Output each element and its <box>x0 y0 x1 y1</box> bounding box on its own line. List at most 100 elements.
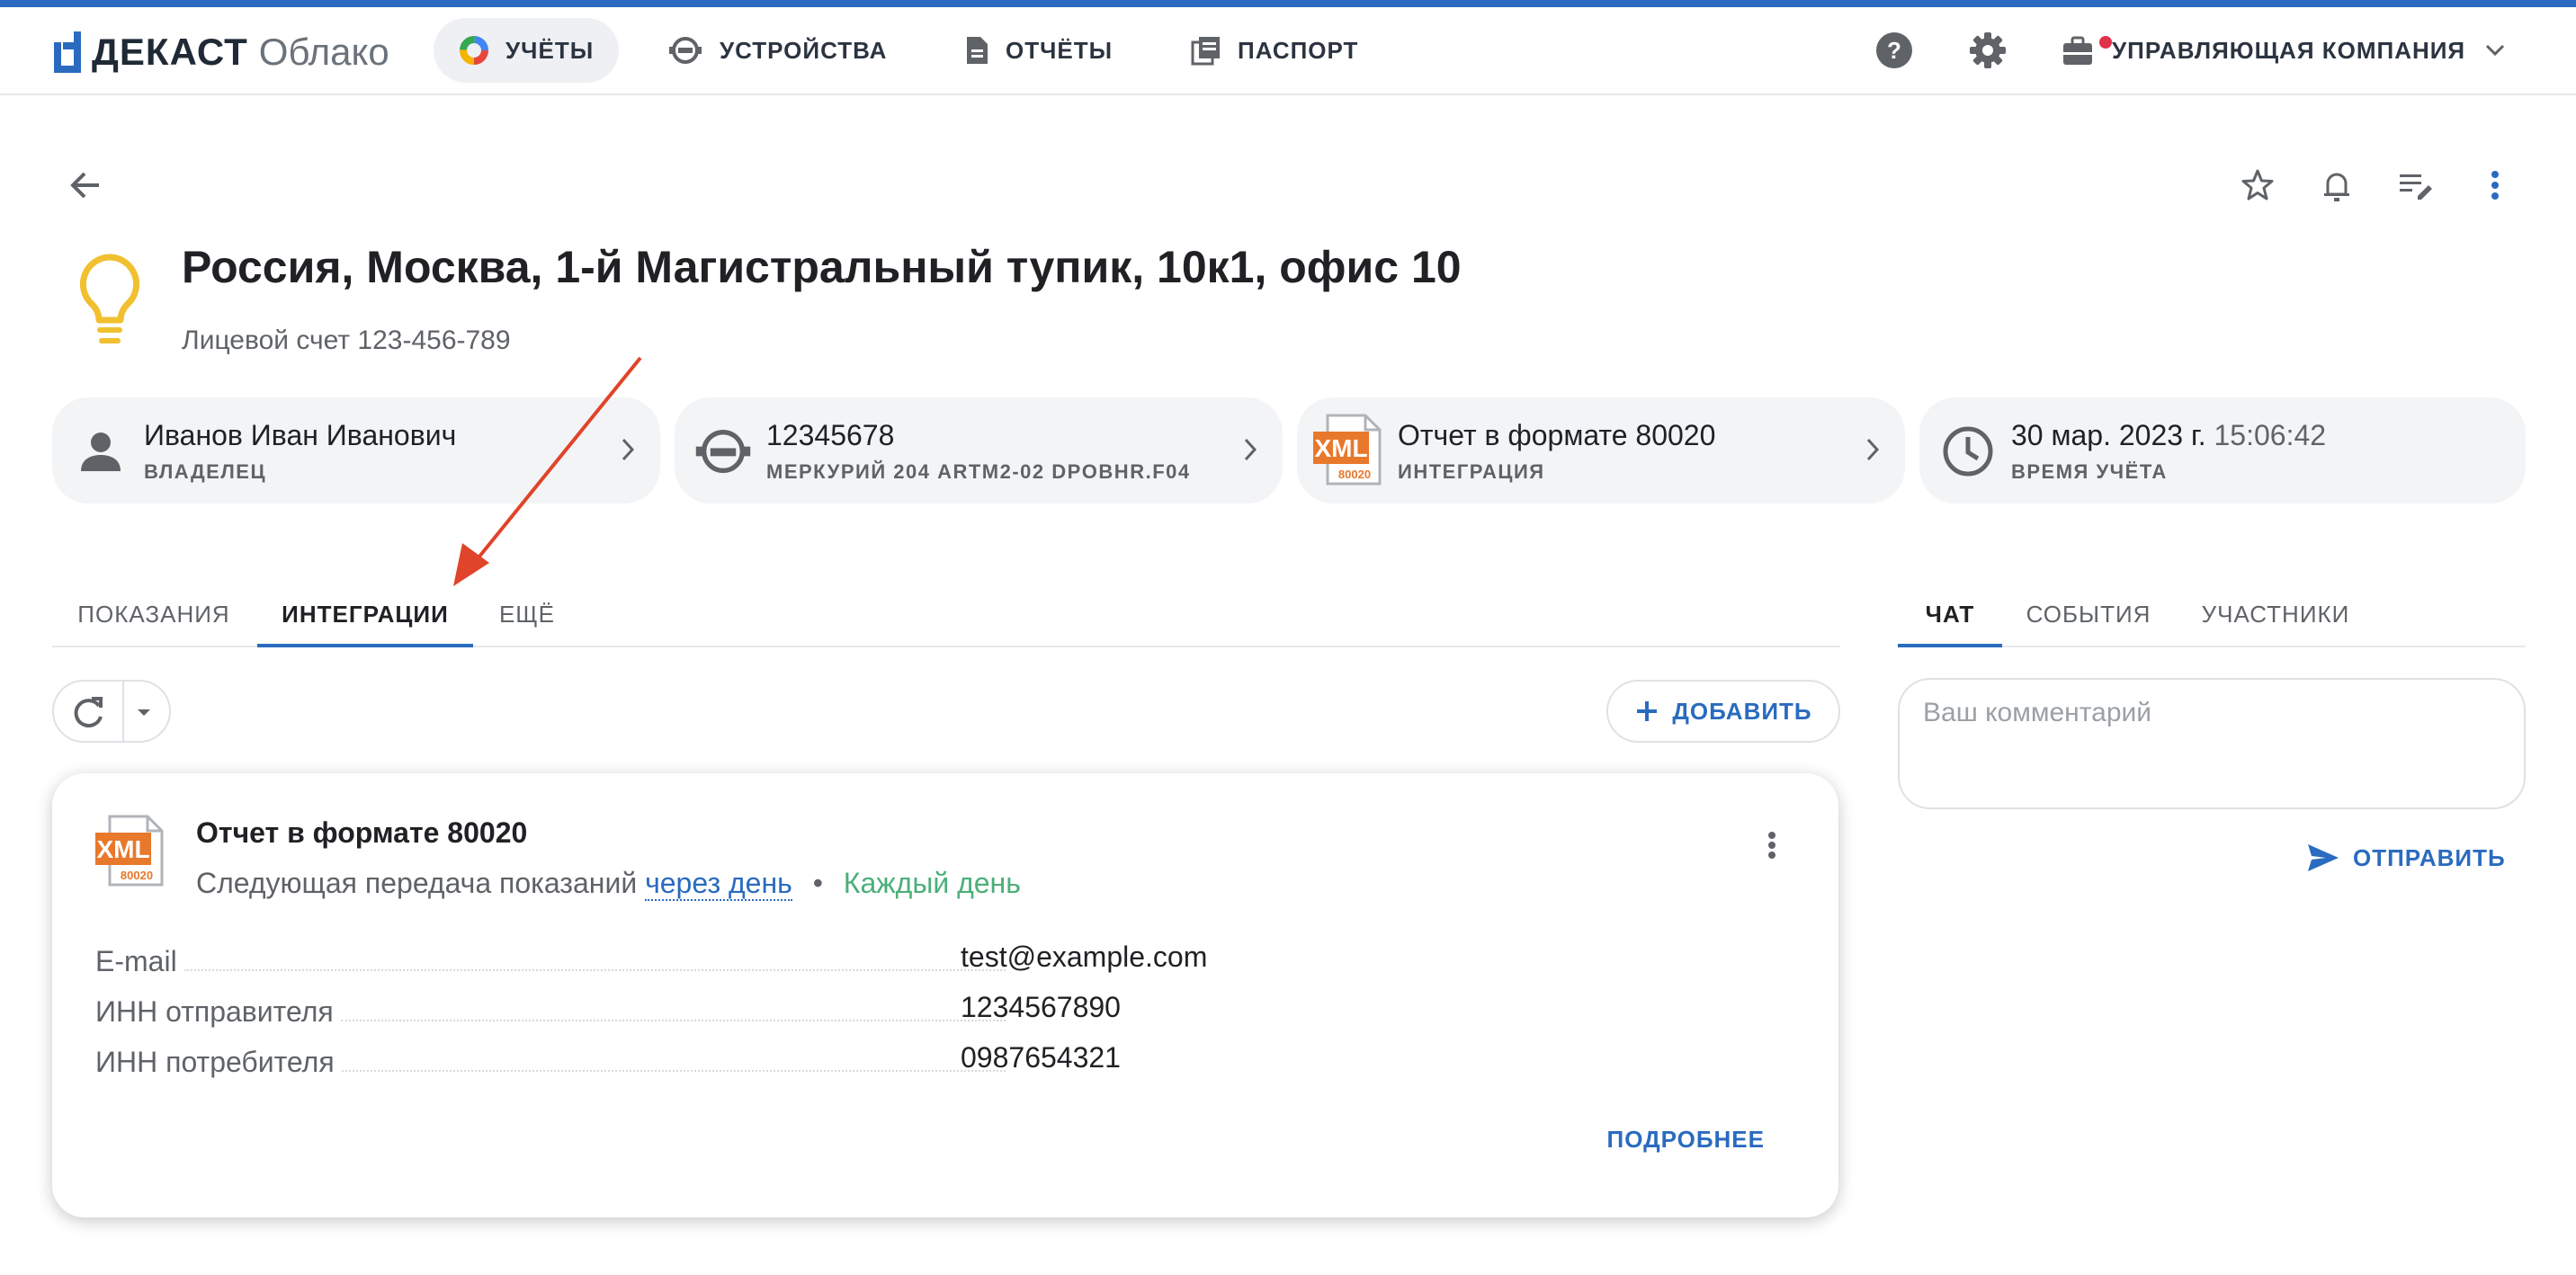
field-value: test@example.com <box>961 941 1208 973</box>
notification-dot <box>2099 36 2112 49</box>
record-date: 30 мар. 2023 г. 15:06:42 <box>2011 419 2326 452</box>
record-time-value: 15:06:42 <box>2214 419 2327 451</box>
star-outline-icon <box>2241 169 2274 201</box>
nav-item-devices[interactable]: УСТРОЙСТВА <box>642 18 912 83</box>
meter-icon <box>695 430 751 473</box>
nav-item-reports[interactable]: ОТЧЁТЫ <box>939 18 1138 83</box>
device-serial: 12345678 <box>766 419 895 451</box>
clock-icon <box>1943 426 1993 477</box>
brand-mark-icon <box>54 31 81 73</box>
send-icon <box>2308 844 2339 871</box>
separator-bullet: • <box>812 867 823 899</box>
device-card[interactable]: 12345678 МЕРКУРИЙ 204 ARTM2-02 DPOBHR.F0… <box>675 397 1283 504</box>
field-value: 1234567890 <box>961 991 1121 1023</box>
nav-item-label: УЧЁТЫ <box>505 36 595 64</box>
company-selector[interactable]: УПРАВЛЯЮЩАЯ КОМПАНИЯ <box>2060 18 2507 83</box>
dotted-leader <box>341 1070 1006 1072</box>
details-button[interactable]: ПОДРОБНЕЕ <box>1607 1126 1765 1154</box>
refresh-button[interactable] <box>68 693 108 733</box>
comment-input[interactable] <box>1898 678 2526 809</box>
card-menu-button[interactable] <box>1754 827 1790 863</box>
nav-item-accounts[interactable]: УЧЁТЫ <box>434 18 620 83</box>
lightbulb-icon <box>79 254 140 343</box>
integration-card[interactable]: XML 80020 Отчет в формате 80020 ИНТЕГРАЦ… <box>1297 397 1905 504</box>
caret-down-icon <box>138 709 150 716</box>
integration-card-title: Отчет в формате 80020 <box>196 816 528 849</box>
passport-icon <box>1191 37 1220 66</box>
frequency-label: Каждый день <box>843 867 1021 899</box>
gear-icon <box>1970 32 2006 68</box>
chevron-right-icon <box>1866 438 1880 461</box>
xml-badge-text: XML <box>1314 434 1367 462</box>
refresh-split-button <box>52 680 171 743</box>
pie-chart-icon <box>460 36 488 65</box>
person-icon <box>81 432 121 471</box>
svg-text:?: ? <box>1887 37 1901 64</box>
record-time-card: 30 мар. 2023 г. 15:06:42 ВРЕМЯ УЧЁТА <box>1919 397 2526 504</box>
tab-readings[interactable]: ПОКАЗАНИЯ <box>56 584 252 644</box>
notifications-button[interactable] <box>2310 158 2364 212</box>
record-date-value: 30 мар. 2023 г. <box>2011 419 2206 451</box>
field-label: ИНН отправителя <box>95 995 334 1028</box>
tab-chat[interactable]: ЧАТ <box>1898 584 2002 644</box>
top-accent-strip <box>0 0 2576 7</box>
more-vert-icon <box>1768 832 1775 859</box>
meter-icon <box>669 37 702 64</box>
back-button[interactable] <box>58 158 112 212</box>
tab-active-indicator <box>257 644 473 647</box>
refresh-options-button[interactable] <box>130 701 165 723</box>
settings-button[interactable] <box>1966 29 2009 72</box>
right-tab-active-indicator <box>1898 644 2002 647</box>
send-button[interactable]: ОТПРАВИТЬ <box>2306 840 2506 876</box>
favorite-button[interactable] <box>2231 158 2285 212</box>
integration-detail-card: XML 80020 Отчет в формате 80020 Следующа… <box>52 773 1838 1217</box>
plus-icon <box>1637 701 1658 721</box>
help-icon: ? <box>1876 32 1912 68</box>
more-vert-button[interactable] <box>2468 158 2522 212</box>
integration-caption: ИНТЕГРАЦИЯ <box>1398 460 1545 483</box>
add-button[interactable]: ДОБАВИТЬ <box>1606 680 1840 743</box>
dotted-leader <box>183 969 1006 971</box>
arrow-back-icon <box>70 172 99 199</box>
device-model: МЕРКУРИЙ 204 ARTM2-02 DPOBHR.F04 <box>766 460 1191 483</box>
tab-participants[interactable]: УЧАСТНИКИ <box>2186 584 2366 644</box>
chevron-down-icon <box>2486 44 2505 57</box>
document-icon <box>967 37 988 64</box>
schedule-line: Следующая передача показаний через день … <box>196 867 1021 901</box>
field-row-consumer-inn: ИНН потребителя <box>95 1039 1013 1079</box>
xml-file-icon: XML 80020 <box>1313 414 1382 486</box>
help-button[interactable]: ? <box>1873 29 1916 72</box>
send-label: ОТПРАВИТЬ <box>2353 843 2506 871</box>
refresh-icon <box>74 697 103 728</box>
schedule-prefix: Следующая передача показаний <box>196 867 638 899</box>
top-navbar: ДЕКАСТ Облако УЧЁТЫ УСТРОЙСТВА ОТЧЁТЫ ПА… <box>0 7 2576 95</box>
bell-outline-icon <box>2324 173 2349 201</box>
briefcase-icon <box>2063 36 2092 65</box>
field-value: 0987654321 <box>961 1041 1121 1074</box>
nav-item-label: УСТРОЙСТВА <box>720 36 888 64</box>
owner-caption: ВЛАДЕЛЕЦ <box>144 460 267 483</box>
tab-events[interactable]: СОБЫТИЯ <box>2015 584 2162 644</box>
field-row-sender-inn: ИНН отправителя <box>95 989 1013 1029</box>
next-transfer-link[interactable]: через день <box>645 867 792 901</box>
chevron-right-icon <box>1244 438 1257 461</box>
dotted-leader <box>340 1020 1006 1021</box>
split-divider <box>122 682 124 741</box>
xml-file-icon: XML 80020 <box>95 815 164 887</box>
annotation-arrow <box>453 356 642 586</box>
record-time-caption: ВРЕМЯ УЧЁТА <box>2011 460 2168 483</box>
nav-item-label: ОТЧЁТЫ <box>1006 36 1114 64</box>
field-label: E-mail <box>95 945 177 977</box>
nav-item-passport[interactable]: ПАСПОРТ <box>1166 18 1383 83</box>
field-label: ИНН потребителя <box>95 1046 335 1078</box>
add-label: ДОБАВИТЬ <box>1672 697 1812 725</box>
xml-badge-sub: 80020 <box>1338 468 1371 481</box>
brand-logo[interactable]: ДЕКАСТ Облако <box>52 27 389 77</box>
field-row-email: E-mail <box>95 939 1013 978</box>
company-label: УПРАВЛЯЮЩАЯ КОМПАНИЯ <box>2112 36 2466 64</box>
brand-sub: Облако <box>258 31 389 73</box>
edit-list-button[interactable] <box>2389 158 2443 212</box>
edit-list-icon <box>2400 174 2432 200</box>
page-title: Россия, Москва, 1-й Магистральный тупик,… <box>182 242 1462 292</box>
xml-badge-sub: 80020 <box>121 869 153 882</box>
